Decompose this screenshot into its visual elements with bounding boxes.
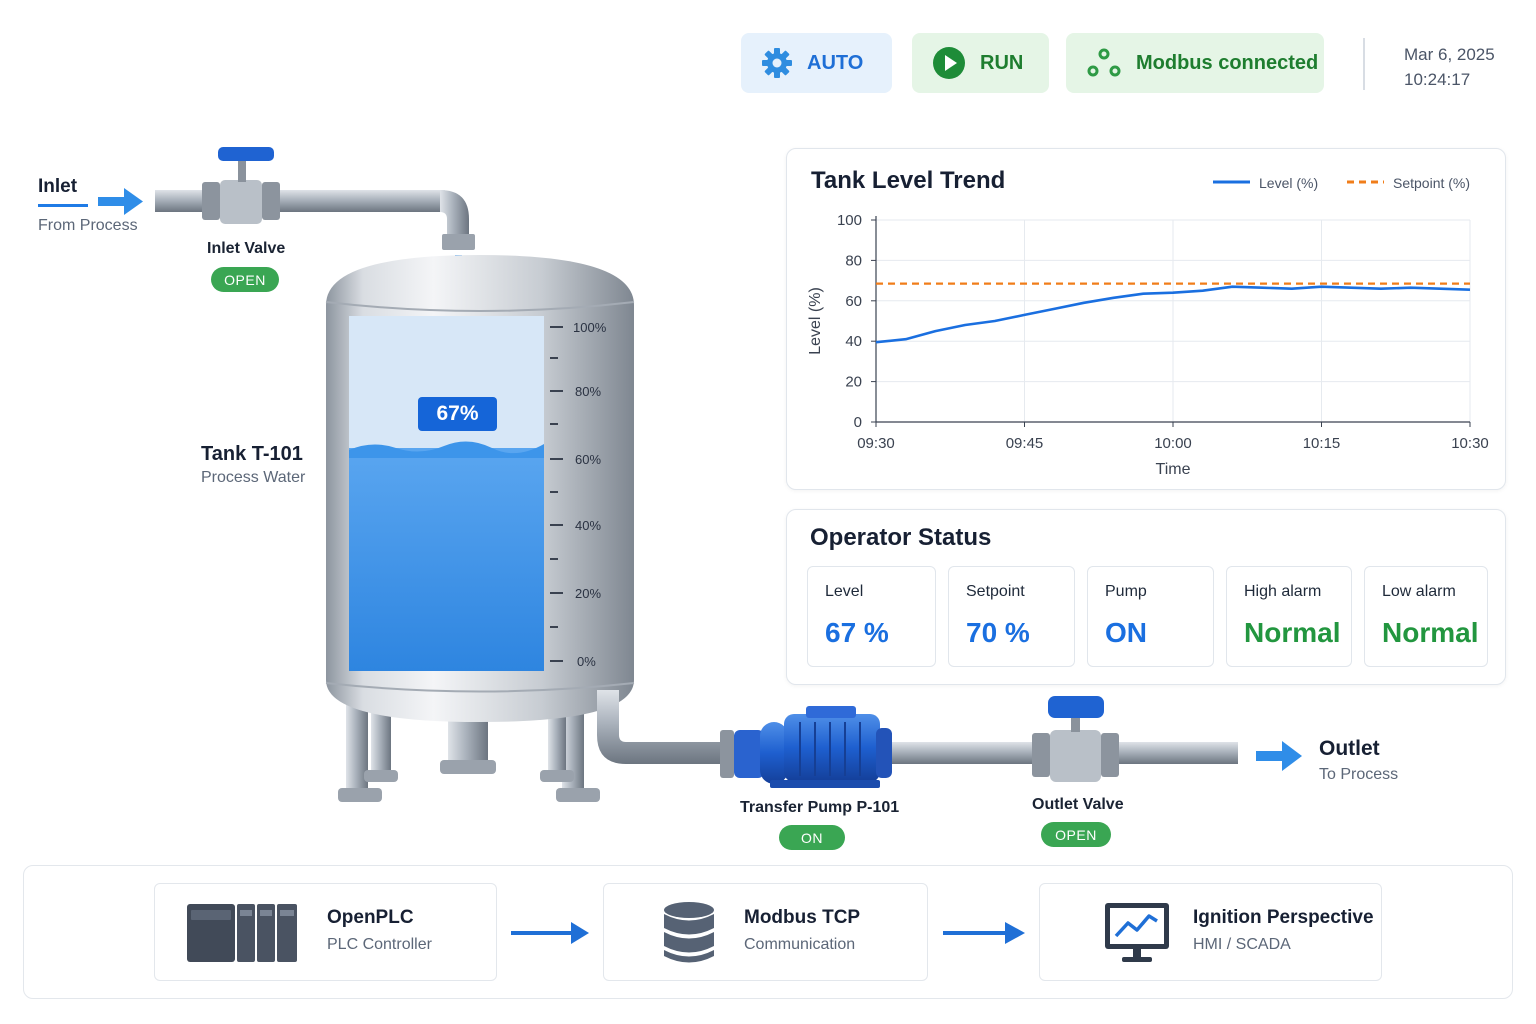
- tile-low-alarm[interactable]: Low alarm Normal: [1364, 566, 1488, 667]
- tank-name: Tank T-101: [201, 443, 303, 465]
- tile-label: High alarm: [1244, 583, 1322, 600]
- trend-card: Tank Level Trend 0 20 40 60 80 100 09:30 09:45 1…: [786, 148, 1506, 490]
- y-axis-title: Level (%): [807, 287, 824, 355]
- arch-ignition[interactable]: Ignition Perspective HMI / SCADA: [1039, 883, 1382, 981]
- outlet-valve-label: Outlet Valve: [1032, 796, 1124, 813]
- outlet-title: Outlet: [1319, 737, 1380, 760]
- outlet-valve-status-badge: OPEN: [1041, 822, 1111, 847]
- y-tick-label: 100: [837, 212, 862, 229]
- inlet-pipe: [155, 182, 475, 250]
- tile-label: Setpoint: [966, 583, 1025, 600]
- tile-value: Normal: [1382, 617, 1479, 648]
- tank-sight-glass: [349, 316, 544, 671]
- operator-status-title: Operator Status: [810, 524, 992, 551]
- outlet-valve[interactable]: [1048, 696, 1104, 782]
- tile-pump[interactable]: Pump ON: [1087, 566, 1214, 667]
- legend-level: Level (%): [1259, 175, 1318, 191]
- tile-high-alarm[interactable]: High alarm Normal: [1226, 566, 1352, 667]
- x-tick-label: 10:30: [1451, 435, 1489, 452]
- tile-label: Low alarm: [1382, 583, 1456, 600]
- y-tick-label: 40: [845, 333, 862, 350]
- inlet-subtitle: From Process: [38, 217, 138, 234]
- tile-level[interactable]: Level 67 %: [807, 566, 936, 667]
- tile-value: ON: [1105, 617, 1147, 648]
- tile-value: 67 %: [825, 617, 889, 648]
- arch-title: Modbus TCP: [744, 907, 861, 928]
- arrow-right-icon: [943, 922, 1025, 944]
- x-tick-label: 09:30: [857, 435, 895, 452]
- inlet-underline: [38, 204, 88, 207]
- arch-title: OpenPLC: [327, 907, 414, 928]
- arch-modbus[interactable]: Modbus TCP Communication: [603, 883, 928, 981]
- y-tick-label: 0: [854, 414, 862, 431]
- outlet-arrow-icon: [1256, 741, 1302, 771]
- scale-label: 40%: [575, 518, 601, 533]
- inlet-arrow-icon: [98, 188, 143, 215]
- legend-setpoint: Setpoint (%): [1393, 175, 1470, 191]
- tank-level-badge: 67%: [418, 397, 497, 431]
- scale-label: 20%: [575, 586, 601, 601]
- tile-value: Normal: [1244, 617, 1341, 648]
- tile-setpoint[interactable]: Setpoint 70 %: [948, 566, 1075, 667]
- scale-label: 100%: [573, 320, 607, 335]
- scale-label: 60%: [575, 452, 601, 467]
- transfer-pump[interactable]: [734, 706, 892, 788]
- tank-medium: Process Water: [201, 469, 306, 486]
- tile-value: 70 %: [966, 617, 1030, 648]
- inlet-title: Inlet: [38, 176, 78, 197]
- arrow-right-icon: [511, 922, 589, 944]
- x-axis-title: Time: [1156, 461, 1191, 478]
- tile-label: Level: [825, 583, 864, 600]
- x-tick-label: 10:00: [1154, 435, 1192, 452]
- arch-subtitle: HMI / SCADA: [1193, 936, 1291, 953]
- outlet-pipe: [597, 690, 1238, 778]
- x-tick-label: 09:45: [1006, 435, 1044, 452]
- inlet-valve-status-badge: OPEN: [211, 267, 279, 292]
- y-tick-label: 80: [845, 252, 862, 269]
- database-icon: [664, 902, 714, 963]
- y-tick-label: 20: [845, 374, 862, 391]
- trend-chart[interactable]: 0 20 40 60 80 100 09:30 09:45 10:00 10:15 10:30 Tim…: [787, 149, 1507, 491]
- arch-subtitle: PLC Controller: [327, 936, 432, 953]
- scale-label: 0%: [577, 654, 596, 669]
- pump-status-badge: ON: [779, 825, 845, 850]
- arch-subtitle: Communication: [744, 936, 856, 953]
- x-tick-label: 10:15: [1303, 435, 1341, 452]
- y-tick-label: 60: [845, 293, 862, 310]
- arch-openplc[interactable]: OpenPLC PLC Controller: [154, 883, 497, 981]
- operator-status-card: Operator Status Level 67 % Setpoint 70 %…: [786, 509, 1506, 685]
- tile-label: Pump: [1105, 583, 1147, 600]
- chart-legend: Level (%) Setpoint (%): [1213, 175, 1470, 191]
- outlet-subtitle: To Process: [1319, 766, 1399, 783]
- monitor-chart-icon: [1105, 903, 1169, 962]
- plc-icon: [187, 904, 297, 962]
- arch-title: Ignition Perspective: [1193, 907, 1374, 928]
- scale-label: 80%: [575, 384, 601, 399]
- pump-label: Transfer Pump P-101: [740, 799, 900, 816]
- inlet-valve-label: Inlet Valve: [207, 240, 286, 257]
